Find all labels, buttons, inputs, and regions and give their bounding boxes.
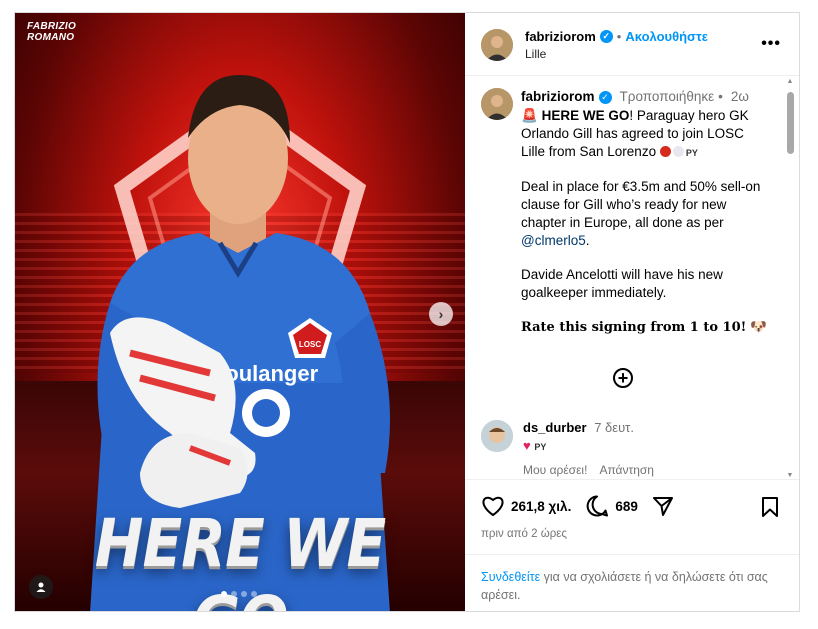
rate-end: ! bbox=[740, 320, 747, 335]
plus-circle-icon[interactable]: + bbox=[613, 368, 633, 388]
carousel-indicators bbox=[221, 591, 257, 597]
comment-actions: Μου αρέσει! Απάντηση bbox=[523, 463, 771, 477]
caption-para2-text: Deal in place for €3.5m and 50% sell-on … bbox=[521, 179, 761, 230]
dog-emoji: 🐶 bbox=[750, 319, 767, 334]
likes-count[interactable]: 261,8 χιλ. bbox=[511, 499, 571, 514]
commenter-avatar[interactable] bbox=[481, 420, 513, 452]
post-image: FABRIZIO ROMANO LOSC boulanger HERE WE › bbox=[15, 13, 465, 611]
scroll-down-icon[interactable]: ▼ bbox=[785, 472, 795, 479]
caption-para2-end: . bbox=[585, 233, 590, 248]
mention-link[interactable]: @clmerlo5 bbox=[521, 233, 586, 248]
caption-username[interactable]: fabriziorom bbox=[521, 88, 595, 106]
post-side-panel: fabriziorom ✓ • Ακολουθήστε Lille ••• fa… bbox=[465, 13, 799, 611]
share-icon[interactable] bbox=[652, 495, 674, 517]
post-footer: 261,8 χιλ. 689 πριν από 2 ώρες Συνδεθείτ… bbox=[465, 479, 799, 612]
bookmark-icon[interactable] bbox=[761, 496, 779, 518]
flag-icon bbox=[659, 146, 671, 157]
verified-badge-icon: ✓ bbox=[598, 90, 612, 104]
login-prompt: Συνδεθείτε για να σχολιάσετε ή να δηλώσε… bbox=[481, 568, 781, 604]
heart-icon[interactable] bbox=[481, 495, 505, 517]
caption-meta: fabriziorom ✓ Τροποποιήθηκε • 2ω bbox=[521, 88, 771, 106]
comment-reply-button[interactable]: Απάντηση bbox=[599, 463, 654, 477]
comments-scrollbar[interactable]: ▲ ▼ bbox=[785, 76, 795, 479]
post-date[interactable]: πριν από 2 ώρες bbox=[481, 528, 567, 540]
comment-like-button[interactable]: Μου αρέσει! bbox=[523, 463, 587, 477]
login-link[interactable]: Συνδεθείτε bbox=[481, 570, 540, 584]
caption: fabriziorom ✓ Τροποποιήθηκε • 2ω 🚨 HERE … bbox=[481, 88, 771, 337]
heart-emoji: ♥ bbox=[523, 438, 531, 453]
carousel-dot bbox=[221, 591, 227, 597]
comments-count[interactable]: 689 bbox=[615, 499, 638, 514]
tagged-users-button[interactable] bbox=[29, 575, 53, 599]
scroll-up-icon[interactable]: ▲ bbox=[785, 78, 795, 85]
carousel-dot bbox=[241, 591, 247, 597]
py-label: PY bbox=[534, 442, 547, 452]
flag-icon bbox=[672, 146, 684, 157]
follow-button[interactable]: Ακολουθήστε bbox=[625, 29, 708, 44]
siren-emoji: 🚨 bbox=[521, 108, 538, 123]
footer-divider bbox=[465, 554, 799, 555]
caption-paragraph-1: 🚨 HERE WE GO! Paraguay hero GK Orlando G… bbox=[521, 107, 771, 162]
commenter-username[interactable]: ds_durber bbox=[523, 420, 587, 435]
author-avatar[interactable] bbox=[481, 29, 513, 61]
chevron-right-icon: › bbox=[438, 306, 444, 322]
more-options-icon[interactable]: ••• bbox=[761, 35, 781, 53]
next-slide-button[interactable]: › bbox=[429, 302, 453, 326]
post-card: FABRIZIO ROMANO LOSC boulanger HERE WE ›… bbox=[14, 12, 800, 612]
scrollbar-thumb[interactable] bbox=[787, 92, 794, 154]
author-username[interactable]: fabriziorom bbox=[525, 29, 596, 44]
separator-dot: • bbox=[718, 89, 723, 104]
caption-paragraph-4: Rate this signing from 1 to 10! 🐶 bbox=[521, 318, 771, 337]
action-bar: 261,8 χιλ. 689 bbox=[481, 494, 674, 518]
comment-item: ds_durber 7 δευτ. ♥ PY Μου αρέσει! Απάντ… bbox=[481, 420, 771, 477]
carousel-dot bbox=[231, 591, 237, 597]
crest-text: LOSC bbox=[299, 340, 321, 349]
separator-dot: • bbox=[616, 29, 622, 44]
caption-avatar[interactable] bbox=[481, 88, 513, 120]
caption-time[interactable]: 2ω bbox=[731, 88, 749, 106]
comment-icon[interactable] bbox=[585, 494, 609, 518]
caption-paragraph-2: Deal in place for €3.5m and 50% sell-on … bbox=[521, 178, 771, 250]
header-user-line: fabriziorom ✓ • Ακολουθήστε bbox=[525, 29, 708, 44]
post-header: fabriziorom ✓ • Ακολουθήστε Lille ••• bbox=[465, 13, 799, 76]
caption-paragraph-3: Davide Ancelotti will have his new goalk… bbox=[521, 267, 723, 300]
carousel-dot bbox=[251, 591, 257, 597]
verified-badge-icon: ✓ bbox=[599, 30, 613, 43]
location-link[interactable]: Lille bbox=[525, 47, 546, 61]
py-label: PY bbox=[685, 148, 698, 158]
watermark-text: FABRIZIO ROMANO bbox=[27, 21, 77, 43]
comment-time[interactable]: 7 δευτ. bbox=[594, 420, 634, 435]
user-tag-icon bbox=[36, 582, 46, 592]
rate-text: Rate this signing from 1 to 10 bbox=[521, 320, 741, 335]
edited-label: Τροποποιήθηκε bbox=[619, 89, 715, 104]
here-we-go-text: HERE WE GO bbox=[541, 108, 630, 123]
comments-area[interactable]: fabriziorom ✓ Τροποποιήθηκε • 2ω 🚨 HERE … bbox=[465, 76, 799, 479]
